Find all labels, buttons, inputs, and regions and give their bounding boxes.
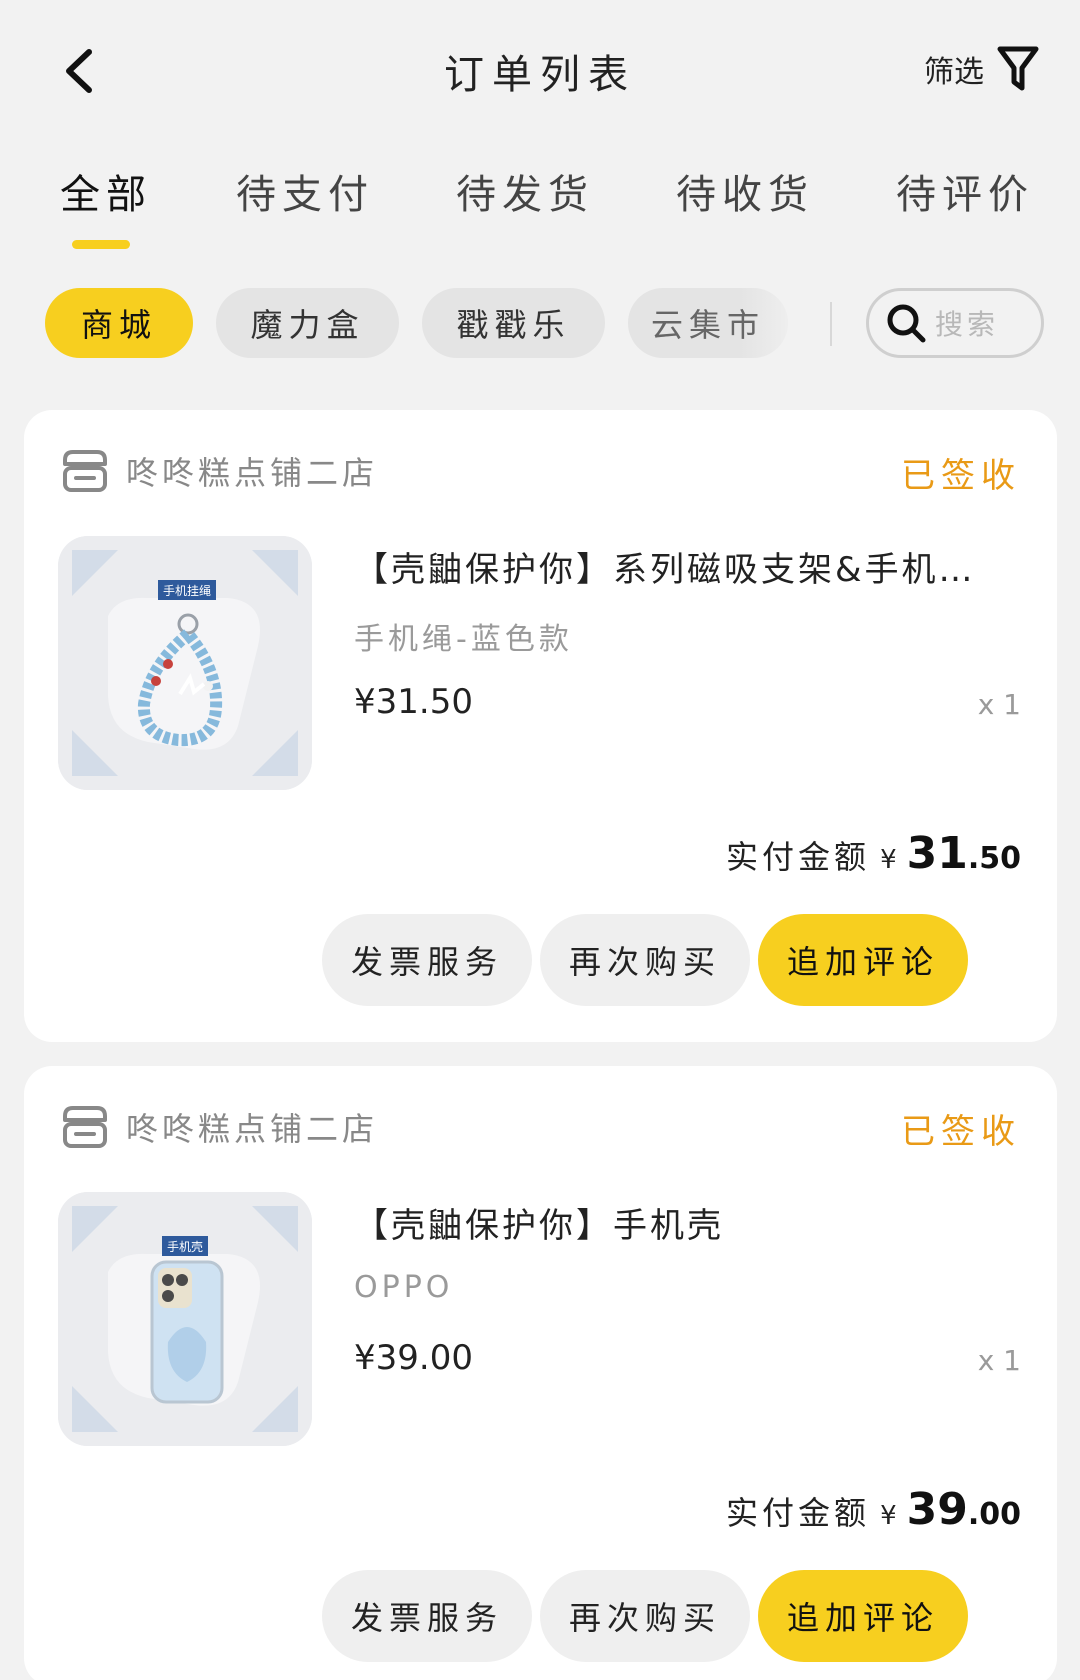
order-tabs: 全部 待支付 待发货 待收货 待评价 bbox=[0, 162, 1080, 252]
product-price: ¥31.50 bbox=[354, 682, 473, 722]
total-amount-decimal: .00 bbox=[967, 1497, 1021, 1532]
shop-header[interactable]: 咚咚糕点铺二店 bbox=[60, 448, 378, 494]
product-name: 【壳鼬保护你】手机壳 bbox=[354, 1206, 724, 1246]
chip-magic-box[interactable]: 魔力盒 bbox=[216, 288, 399, 358]
thumb-tag: 手机壳 bbox=[167, 1240, 203, 1254]
total-currency: ¥ bbox=[880, 845, 897, 875]
product-image: 手机壳 bbox=[58, 1192, 312, 1446]
shop-name: 咚咚糕点铺二店 bbox=[126, 454, 379, 492]
store-icon bbox=[63, 1106, 107, 1148]
tab-pending-payment[interactable]: 待支付 bbox=[236, 162, 374, 220]
invoice-button[interactable]: 发票服务 bbox=[322, 914, 532, 1006]
add-review-button[interactable]: 追加评论 bbox=[758, 1570, 968, 1662]
total-amount-decimal: .50 bbox=[967, 841, 1021, 876]
search-placeholder: 搜索 bbox=[935, 308, 1000, 341]
product-quantity: x 1 bbox=[977, 1344, 1021, 1377]
store-icon bbox=[63, 450, 107, 492]
chip-mall[interactable]: 商城 bbox=[45, 288, 193, 358]
tab-pending-shipment[interactable]: 待发货 bbox=[456, 162, 594, 220]
tab-pending-receipt[interactable]: 待收货 bbox=[676, 162, 814, 220]
product-thumbnail[interactable]: 手机挂绳 bbox=[58, 536, 312, 790]
total-amount-integer: 31 bbox=[906, 828, 968, 879]
total-amount-integer: 39 bbox=[906, 1484, 968, 1535]
chip-divider bbox=[830, 302, 832, 346]
page-title: 订单列表 bbox=[444, 52, 636, 98]
product-variant: OPPO bbox=[354, 1270, 454, 1305]
buy-again-button[interactable]: 再次购买 bbox=[540, 914, 750, 1006]
order-status: 已签收 bbox=[901, 456, 1021, 496]
product-price: ¥39.00 bbox=[354, 1338, 473, 1378]
category-chips: 商城 魔力盒 戳戳乐 云集市 搜索 bbox=[0, 288, 1080, 360]
order-status: 已签收 bbox=[901, 1112, 1021, 1152]
order-card: 咚咚糕点铺二店 已签收 手机壳 【壳鼬保护你】手机壳 OPPO ¥39.00 x… bbox=[24, 1066, 1057, 1680]
shop-header[interactable]: 咚咚糕点铺二店 bbox=[60, 1104, 378, 1150]
search-input[interactable]: 搜索 bbox=[866, 288, 1044, 358]
product-name: 【壳鼬保护你】系列磁吸支架&手机… bbox=[354, 550, 976, 590]
total-label: 实付金额 bbox=[726, 1494, 871, 1532]
total-label: 实付金额 bbox=[726, 838, 871, 876]
add-review-button[interactable]: 追加评论 bbox=[758, 914, 968, 1006]
product-image: 手机挂绳 bbox=[58, 536, 312, 790]
filter-button[interactable]: 筛选 bbox=[924, 44, 1040, 94]
order-total: 实付金额 ¥ 39 .00 bbox=[726, 1484, 1021, 1535]
order-total: 实付金额 ¥ 31 .50 bbox=[726, 828, 1021, 879]
product-variant: 手机绳-蓝色款 bbox=[354, 622, 573, 657]
product-thumbnail[interactable]: 手机壳 bbox=[58, 1192, 312, 1446]
funnel-icon bbox=[997, 46, 1039, 91]
chip-poke-fun[interactable]: 戳戳乐 bbox=[422, 288, 605, 358]
magnifier-icon bbox=[887, 304, 926, 343]
chip-cloud-market[interactable]: 云集市 bbox=[628, 288, 788, 358]
total-currency: ¥ bbox=[880, 1501, 897, 1531]
order-card: 咚咚糕点铺二店 已签收 手机挂绳 【壳鼬保护你】系列磁吸支架&手机… 手机绳-蓝… bbox=[24, 410, 1057, 1042]
invoice-button[interactable]: 发票服务 bbox=[322, 1570, 532, 1662]
buy-again-button[interactable]: 再次购买 bbox=[540, 1570, 750, 1662]
thumb-tag: 手机挂绳 bbox=[163, 584, 211, 598]
filter-label: 筛选 bbox=[924, 55, 984, 90]
shop-name: 咚咚糕点铺二店 bbox=[126, 1110, 379, 1148]
tab-all[interactable]: 全部 bbox=[60, 162, 152, 220]
product-quantity: x 1 bbox=[977, 688, 1021, 721]
header: 订单列表 筛选 bbox=[0, 0, 1080, 140]
active-tab-indicator bbox=[72, 240, 130, 249]
tab-pending-review[interactable]: 待评价 bbox=[896, 162, 1034, 220]
